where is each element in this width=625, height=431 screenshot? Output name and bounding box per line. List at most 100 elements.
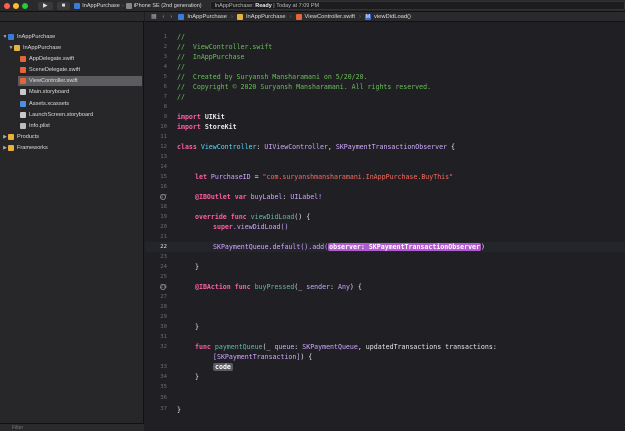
- nav-item-frameworks[interactable]: ▶ Frameworks: [2, 143, 142, 153]
- line-number[interactable]: 28: [145, 304, 167, 310]
- nav-item-main-storyboard[interactable]: Main.storyboard: [20, 87, 142, 97]
- editor-line[interactable]: 16: [145, 182, 625, 192]
- line-number[interactable]: 34: [145, 374, 167, 380]
- breadcrumb-group[interactable]: InAppPurchase ›: [236, 13, 292, 20]
- nav-item-infoplist[interactable]: Info.plist: [20, 121, 142, 131]
- line-number[interactable]: 10: [145, 124, 167, 130]
- editor-line[interactable]: 11: [145, 132, 625, 142]
- line-number[interactable]: 11: [145, 134, 167, 140]
- source-editor[interactable]: 1 2 3 4 5 6 7 8 9 10 11 12 13 14 15 16 17 18 19 20 21 22 23 24 2…: [145, 22, 625, 431]
- editor-line[interactable]: 13: [145, 152, 625, 162]
- zoom-window-button[interactable]: [22, 2, 28, 9]
- line-number[interactable]: 23: [145, 254, 167, 260]
- editor-line[interactable]: 23: [145, 252, 625, 262]
- line-number[interactable]: 29: [145, 314, 167, 320]
- line-number[interactable]: 15: [145, 174, 167, 180]
- editor-line[interactable]: 25: [145, 272, 625, 282]
- line-number[interactable]: 33: [145, 364, 167, 370]
- line-number[interactable]: 3: [145, 54, 167, 60]
- line-number[interactable]: 21: [145, 234, 167, 240]
- line-number[interactable]: 13: [145, 154, 167, 160]
- code-placeholder[interactable]: code: [213, 363, 233, 371]
- line-number[interactable]: 5: [145, 74, 167, 80]
- line-number[interactable]: 19: [145, 214, 167, 220]
- nav-item-viewcontroller[interactable]: ViewController.swift: [18, 76, 142, 86]
- line-number[interactable]: 24: [145, 264, 167, 270]
- run-button[interactable]: ▶: [38, 1, 53, 10]
- editor-line[interactable]: 28: [145, 302, 625, 312]
- editor-line[interactable]: 30: [145, 322, 625, 332]
- editor-line[interactable]: 37: [145, 404, 625, 414]
- line-number[interactable]: 32: [145, 344, 167, 350]
- line-number[interactable]: 37: [145, 406, 167, 412]
- line-number[interactable]: 22: [145, 244, 167, 250]
- scheme-selector[interactable]: InAppPurchase › iPhone SE (2nd generatio…: [74, 2, 202, 9]
- back-arrow-icon[interactable]: ‹: [162, 14, 164, 20]
- code-line-9: import UIKit: [177, 112, 225, 122]
- chevron-right-icon: ›: [121, 2, 124, 9]
- line-number[interactable]: 7: [145, 94, 167, 100]
- breadcrumb-file[interactable]: ViewController.swift ›: [295, 13, 361, 20]
- minimize-window-button[interactable]: [13, 2, 19, 9]
- line-number[interactable]: 16: [145, 184, 167, 190]
- line-number[interactable]: 25: [145, 274, 167, 280]
- line-number[interactable]: 36: [145, 395, 167, 401]
- chevron-right-icon: ›: [359, 13, 361, 20]
- nav-item-label: SceneDelegate.swift: [29, 67, 80, 73]
- breadcrumb-project[interactable]: InAppPurchase ›: [178, 13, 233, 20]
- editor-line[interactable]: 14: [145, 162, 625, 172]
- punct: }: [195, 263, 199, 271]
- nav-item-assets[interactable]: Assets.xcassets: [20, 99, 142, 109]
- nav-item-products[interactable]: ▶ Products: [2, 132, 142, 142]
- status-app: InAppPurchase:: [214, 2, 254, 9]
- punct: :: [330, 283, 338, 291]
- nav-item-group[interactable]: ▼ InAppPurchase: [8, 43, 142, 53]
- nav-item-appdelegate[interactable]: AppDelegate.swift: [20, 54, 142, 64]
- editor-line[interactable]: 34: [145, 372, 625, 382]
- nav-item-scenedelegate[interactable]: SceneDelegate.swift: [20, 65, 142, 75]
- line-number[interactable]: 6: [145, 84, 167, 90]
- line-number[interactable]: 31: [145, 334, 167, 340]
- line-number[interactable]: 12: [145, 144, 167, 150]
- line-number[interactable]: 14: [145, 164, 167, 170]
- line-number[interactable]: 9: [145, 114, 167, 120]
- close-window-button[interactable]: [4, 2, 10, 9]
- line-number[interactable]: 2: [145, 44, 167, 50]
- filter-placeholder: Filter: [12, 424, 24, 431]
- stop-button[interactable]: ■: [56, 1, 71, 10]
- line-number[interactable]: 8: [145, 104, 167, 110]
- navigator-filter-input[interactable]: Filter: [0, 423, 144, 431]
- outlet-connection-icon[interactable]: [160, 194, 166, 200]
- editor-line[interactable]: 1: [145, 32, 625, 42]
- line-number[interactable]: 20: [145, 224, 167, 230]
- app-scheme-icon: [74, 2, 81, 9]
- outlet-connection-icon[interactable]: [160, 284, 166, 290]
- editor-line[interactable]: 7: [145, 92, 625, 102]
- editor-line[interactable]: 31: [145, 332, 625, 342]
- line-number[interactable]: 4: [145, 64, 167, 70]
- code-line-1: //: [177, 32, 185, 42]
- nav-item-label: Info.plist: [29, 123, 50, 129]
- editor-line[interactable]: 36: [145, 393, 625, 403]
- breadcrumb-symbol[interactable]: M viewDidLoad(): [364, 13, 411, 20]
- observer-placeholder[interactable]: observer: SKPaymentTransactionObserver: [328, 243, 481, 251]
- editor-line[interactable]: 29: [145, 312, 625, 322]
- editor-line[interactable]: 35: [145, 382, 625, 392]
- punct: }: [195, 373, 199, 381]
- line-number[interactable]: 1: [145, 34, 167, 40]
- nav-item-launchscreen[interactable]: LaunchScreen.storyboard: [20, 110, 142, 120]
- line-number[interactable]: 27: [145, 294, 167, 300]
- editor-line[interactable]: 8: [145, 102, 625, 112]
- editor-line[interactable]: 27: [145, 292, 625, 302]
- grid-icon[interactable]: ▦: [151, 14, 156, 20]
- line-number[interactable]: 30: [145, 324, 167, 330]
- nav-item-project[interactable]: ▼ InAppPurchase: [2, 32, 142, 42]
- editor-line[interactable]: 21: [145, 232, 625, 242]
- line-number[interactable]: 18: [145, 204, 167, 210]
- line-number[interactable]: 35: [145, 384, 167, 390]
- editor-line[interactable]: 24: [145, 262, 625, 272]
- editor-line[interactable]: 18: [145, 202, 625, 212]
- forward-arrow-icon[interactable]: ›: [170, 14, 172, 20]
- editor-line[interactable]: 4: [145, 62, 625, 72]
- nav-item-label: AppDelegate.swift: [29, 56, 75, 62]
